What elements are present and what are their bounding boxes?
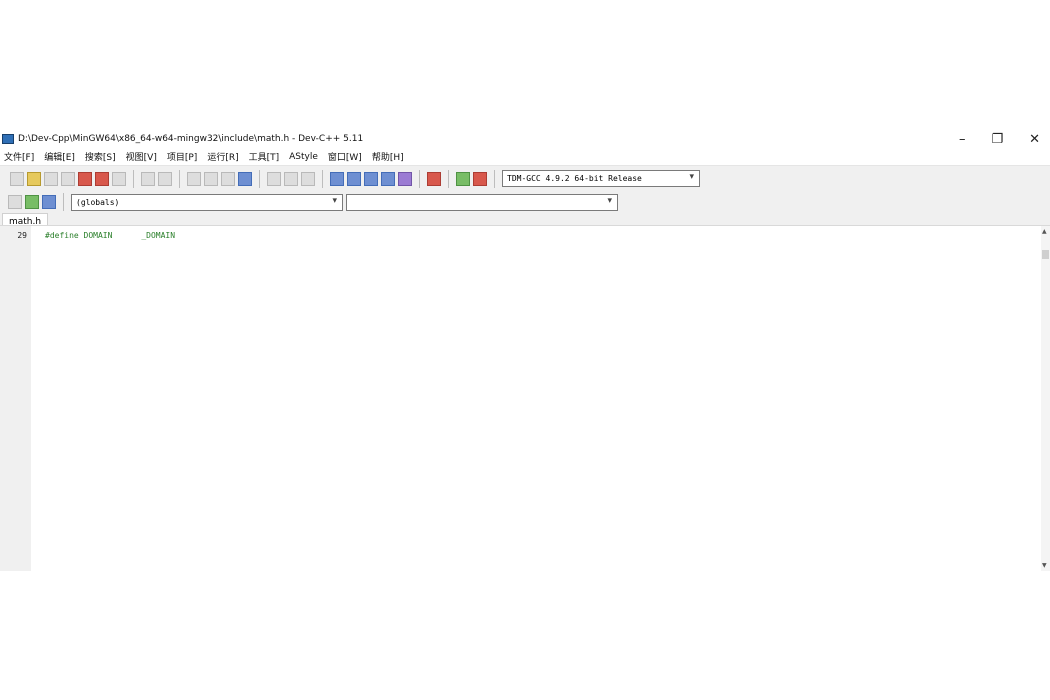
- find-icon[interactable]: [187, 171, 201, 186]
- scroll-up-icon[interactable]: ▲: [1042, 228, 1047, 235]
- code-line: 29 #define DOMAIN _DOMAIN: [0, 230, 175, 242]
- window-title: D:\Dev-Cpp\MinGW64\x86_64-w64-mingw32\in…: [18, 134, 364, 144]
- print-icon[interactable]: [112, 171, 126, 186]
- toolbar-separator: [133, 169, 134, 188]
- open-file-icon[interactable]: [27, 171, 41, 186]
- indent-icon[interactable]: [267, 171, 281, 186]
- toolbar-separator: [179, 169, 180, 188]
- scope-select[interactable]: (globals): [71, 193, 343, 211]
- menu-run[interactable]: 运行[R]: [207, 150, 238, 163]
- new-file-icon[interactable]: [10, 171, 24, 186]
- menu-help[interactable]: 帮助[H]: [372, 150, 404, 163]
- menu-astyle[interactable]: AStyle: [289, 152, 318, 162]
- goto-line-icon[interactable]: [221, 171, 235, 186]
- debug-icon[interactable]: [473, 171, 487, 186]
- members-select[interactable]: [346, 193, 618, 211]
- replace-icon[interactable]: [204, 171, 218, 186]
- scroll-thumb[interactable]: [1042, 250, 1049, 259]
- minimize-button[interactable]: –: [959, 133, 966, 146]
- save-all-icon[interactable]: [61, 171, 75, 186]
- scroll-down-icon[interactable]: ▼: [1042, 562, 1047, 569]
- menu-window[interactable]: 窗口[W]: [328, 150, 362, 163]
- toolbar-separator: [259, 169, 260, 188]
- toolbar-separator: [322, 169, 323, 188]
- menu-search[interactable]: 搜索[S]: [85, 150, 116, 163]
- undo-icon[interactable]: [141, 171, 155, 186]
- stop-icon[interactable]: [427, 171, 441, 186]
- new-class-icon[interactable]: [8, 195, 22, 209]
- code-editor[interactable]: 29 #define DOMAIN _DOMAIN ▲ ▼: [0, 225, 1050, 571]
- profile-icon[interactable]: [456, 171, 470, 186]
- compile-run-icon[interactable]: [364, 171, 378, 186]
- vertical-scrollbar[interactable]: ▲ ▼: [1041, 226, 1050, 571]
- menu-tools[interactable]: 工具[T]: [249, 150, 280, 163]
- compile-icon[interactable]: [330, 171, 344, 186]
- run-icon[interactable]: [347, 171, 361, 186]
- unindent-icon[interactable]: [284, 171, 298, 186]
- restore-button[interactable]: ❐: [991, 133, 1003, 146]
- close-file-icon[interactable]: [78, 171, 92, 186]
- menu-bar: 文件[F] 编辑[E] 搜索[S] 视图[V] 项目[P] 运行[R] 工具[T…: [0, 148, 1050, 165]
- line-code: #define DOMAIN _DOMAIN: [45, 231, 176, 240]
- compiler-select[interactable]: TDM-GCC 4.9.2 64-bit Release: [502, 170, 700, 187]
- menu-view[interactable]: 视图[V]: [126, 150, 157, 163]
- redo-icon[interactable]: [158, 171, 172, 186]
- menu-file[interactable]: 文件[F]: [4, 150, 34, 163]
- main-toolbar: TDM-GCC 4.9.2 64-bit Release: [0, 165, 1050, 191]
- dev-cpp-window: D:\Dev-Cpp\MinGW64\x86_64-w64-mingw32\in…: [0, 130, 1050, 571]
- line-number-gutter: [0, 226, 31, 571]
- line-number: 29: [17, 231, 27, 240]
- toolbar-separator: [63, 193, 64, 211]
- rebuild-icon[interactable]: [381, 171, 395, 186]
- class-toolbar: (globals): [0, 191, 1050, 213]
- toolbar-separator: [419, 169, 420, 188]
- menu-edit[interactable]: 编辑[E]: [44, 150, 75, 163]
- menu-project[interactable]: 项目[P]: [167, 150, 197, 163]
- check-syntax-icon[interactable]: [398, 171, 412, 186]
- toolbar-separator: [494, 169, 495, 188]
- dev-cpp-icon: [2, 134, 14, 144]
- close-button[interactable]: ✕: [1029, 133, 1040, 146]
- bookmark-icon[interactable]: [238, 171, 252, 186]
- toggle-bookmark-icon[interactable]: [42, 195, 56, 209]
- title-bar: D:\Dev-Cpp\MinGW64\x86_64-w64-mingw32\in…: [0, 130, 1050, 148]
- insert-icon[interactable]: [25, 195, 39, 209]
- close-all-icon[interactable]: [95, 171, 109, 186]
- toggle-comment-icon[interactable]: [301, 171, 315, 186]
- toolbar-separator: [448, 169, 449, 188]
- save-icon[interactable]: [44, 171, 58, 186]
- code-lines: 29 #define DOMAIN _DOMAIN: [0, 230, 175, 242]
